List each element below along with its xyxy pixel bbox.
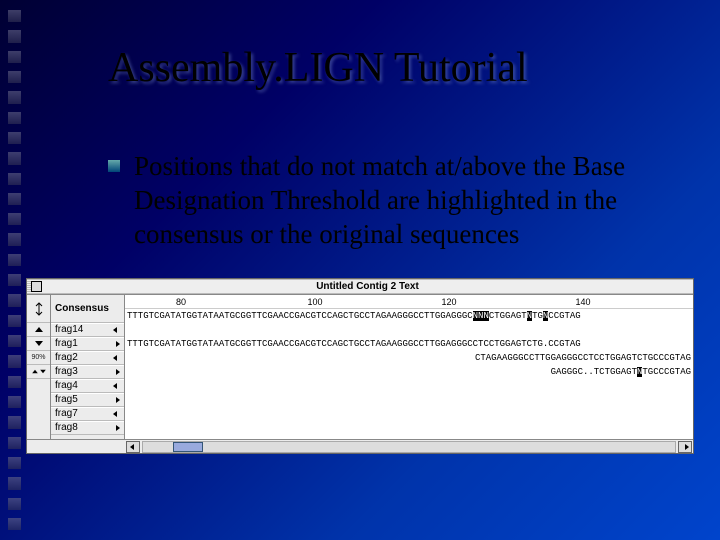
window-titlebar[interactable]: Untitled Contig 2 Text [27, 279, 693, 295]
horizontal-scrollbar[interactable] [27, 439, 693, 453]
sequence-row[interactable]: GAGGGC..TCTGGAGTNTGCCCGTAG [125, 365, 693, 379]
control-column: 90% [27, 295, 51, 439]
direction-icon [116, 341, 120, 347]
direction-icon [116, 369, 120, 375]
ruler-tick: 120 [441, 297, 456, 307]
bullet-icon [108, 160, 120, 172]
direction-icon [113, 411, 117, 417]
sequence-name[interactable]: frag4 [51, 379, 124, 393]
ruler-tick: 100 [307, 297, 322, 307]
ruler-tick: 140 [575, 297, 590, 307]
sequence-name[interactable]: frag1 [51, 337, 124, 351]
slide-title: Assembly.LIGN Tutorial [108, 44, 528, 92]
window-title: Untitled Contig 2 Text [42, 281, 693, 292]
slide-bullet-text: Positions that do not match at/above the… [134, 150, 680, 251]
scroll-right-button[interactable] [678, 441, 692, 453]
sequence-name-column: Consensusfrag14frag1frag2frag3frag4frag5… [51, 295, 125, 439]
sequence-name[interactable]: frag2 [51, 351, 124, 365]
sequence-name[interactable]: Consensus [51, 295, 124, 323]
sequence-row[interactable] [125, 379, 693, 393]
direction-icon [113, 383, 117, 389]
sequence-row[interactable] [125, 407, 693, 421]
sequence-row[interactable]: CTAGAAGGGCCTTGGAGGGCCTCCTGGAGTCTGCCCGTAG [125, 351, 693, 365]
scroll-left-button[interactable] [126, 441, 140, 453]
position-ruler: 80 100 120 140 [125, 295, 693, 309]
sequence-row[interactable] [125, 421, 693, 435]
direction-icon [116, 397, 120, 403]
sequence-name[interactable]: frag8 [51, 421, 124, 435]
sequence-panel[interactable]: 80 100 120 140 TTTGTCGATATGGTATAATGCGGTTCGA… [125, 295, 693, 439]
sequence-name[interactable]: frag14 [51, 323, 124, 337]
scroll-track[interactable] [142, 441, 676, 453]
sort-up-button[interactable] [27, 323, 50, 337]
sequence-row[interactable]: TTTGTCGATATGGTATAATGCGGTTCGAACCGACGTCCAG… [125, 309, 693, 323]
sequence-row[interactable]: TTTGTCGATATGGTATAATGCGGTTCGAACCGACGTCCAG… [125, 337, 693, 351]
slide-bullet: Positions that do not match at/above the… [108, 150, 680, 251]
ruler-tick: 80 [176, 297, 186, 307]
cursor-tool-button[interactable] [27, 295, 50, 323]
slide-decorative-dots [8, 10, 26, 530]
sequence-row[interactable] [125, 393, 693, 407]
direction-icon [113, 355, 117, 361]
sequence-row[interactable] [125, 323, 693, 337]
direction-icon [116, 425, 120, 431]
sequence-name[interactable]: frag3 [51, 365, 124, 379]
collapse-button[interactable] [27, 365, 50, 379]
sequence-name[interactable]: frag5 [51, 393, 124, 407]
quality-threshold-label[interactable]: 90% [27, 351, 50, 365]
contig-window: Untitled Contig 2 Text 90% Consensusfrag… [26, 278, 694, 454]
direction-icon [113, 327, 117, 333]
scroll-thumb[interactable] [173, 442, 203, 452]
sequence-name[interactable]: frag7 [51, 407, 124, 421]
sort-down-button[interactable] [27, 337, 50, 351]
close-icon[interactable] [31, 281, 42, 292]
